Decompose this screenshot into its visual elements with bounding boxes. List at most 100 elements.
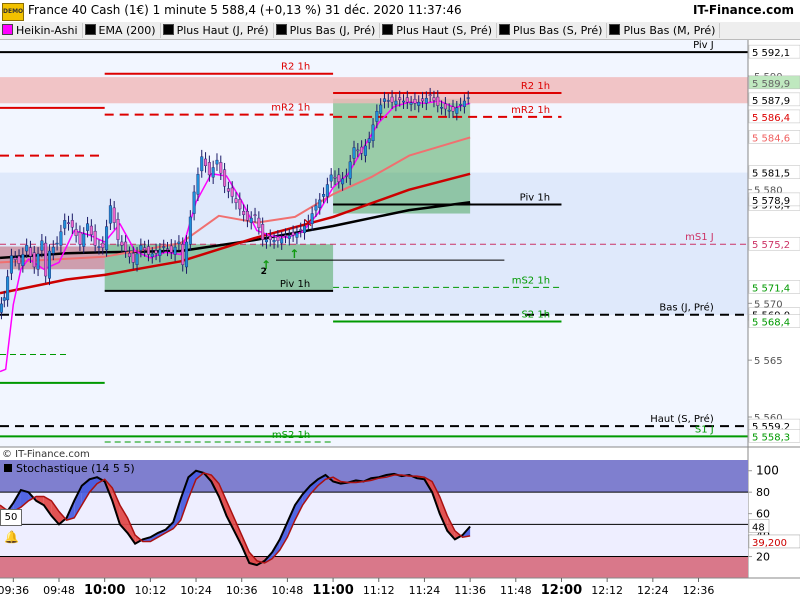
- legend-item[interactable]: Plus Bas (S, Pré): [497, 23, 608, 38]
- candle-body[interactable]: [131, 253, 135, 263]
- candle-body[interactable]: [352, 147, 356, 159]
- candle-body[interactable]: [74, 229, 78, 236]
- candle-body[interactable]: [40, 240, 44, 251]
- candle-body[interactable]: [299, 229, 303, 231]
- legend-item[interactable]: EMA (200): [83, 23, 161, 38]
- candle-body[interactable]: [47, 250, 51, 279]
- candle-body[interactable]: [394, 100, 398, 105]
- candle-body[interactable]: [32, 252, 36, 268]
- candle-body[interactable]: [204, 158, 208, 166]
- candle-body[interactable]: [13, 257, 17, 260]
- candle-body[interactable]: [264, 239, 268, 243]
- candle-body[interactable]: [436, 96, 440, 106]
- candle-body[interactable]: [253, 214, 257, 217]
- candle-body[interactable]: [25, 245, 29, 252]
- candle-body[interactable]: [17, 255, 21, 264]
- candle-body[interactable]: [211, 167, 215, 178]
- candle-body[interactable]: [173, 246, 177, 255]
- candle-body[interactable]: [200, 156, 204, 172]
- candle-body[interactable]: [127, 253, 131, 257]
- candle-body[interactable]: [344, 175, 348, 177]
- candle-body[interactable]: [424, 97, 428, 104]
- candle-body[interactable]: [55, 242, 59, 245]
- candle-body[interactable]: [379, 104, 383, 114]
- candle-body[interactable]: [386, 100, 390, 102]
- candle-body[interactable]: [219, 162, 223, 174]
- candle-body[interactable]: [177, 241, 181, 244]
- candle-body[interactable]: [59, 231, 63, 246]
- chart-area[interactable]: 5 5905 5805 5705 5655 560Piv J5 592,1R2 …: [0, 40, 800, 600]
- candle-body[interactable]: [242, 211, 246, 215]
- candle-body[interactable]: [462, 100, 466, 107]
- candle-body[interactable]: [417, 101, 421, 106]
- candle-body[interactable]: [443, 103, 447, 110]
- candle-body[interactable]: [101, 242, 105, 248]
- candle-body[interactable]: [28, 247, 32, 257]
- candle-body[interactable]: [295, 232, 299, 238]
- candle-body[interactable]: [421, 98, 425, 102]
- candle-body[interactable]: [272, 240, 276, 243]
- candle-body[interactable]: [223, 169, 227, 187]
- candle-body[interactable]: [162, 246, 166, 248]
- candle-body[interactable]: [86, 223, 90, 231]
- candle-body[interactable]: [283, 234, 287, 237]
- legend-item[interactable]: Plus Bas (J, Pré): [274, 23, 381, 38]
- candle-body[interactable]: [363, 145, 367, 156]
- candle-body[interactable]: [356, 149, 360, 152]
- candle-body[interactable]: [36, 253, 40, 270]
- candle-body[interactable]: [371, 124, 375, 141]
- candle-body[interactable]: [181, 244, 185, 265]
- candle-body[interactable]: [70, 220, 74, 228]
- candle-body[interactable]: [150, 253, 154, 257]
- candle-body[interactable]: [287, 235, 291, 239]
- candle-body[interactable]: [405, 97, 409, 103]
- candle-body[interactable]: [21, 254, 25, 267]
- candle-body[interactable]: [185, 241, 189, 268]
- candle-body[interactable]: [143, 247, 147, 251]
- candle-body[interactable]: [459, 104, 463, 106]
- candle-body[interactable]: [322, 194, 326, 197]
- candle-body[interactable]: [261, 224, 265, 240]
- stoch-level-badge[interactable]: 50: [0, 509, 22, 526]
- candle-body[interactable]: [291, 232, 295, 236]
- candle-body[interactable]: [89, 225, 93, 235]
- candle-body[interactable]: [78, 232, 82, 245]
- candle-body[interactable]: [93, 230, 97, 246]
- candle-body[interactable]: [413, 99, 417, 104]
- candle-body[interactable]: [154, 250, 158, 254]
- candle-body[interactable]: [360, 146, 364, 154]
- candle-body[interactable]: [230, 187, 234, 197]
- candle-body[interactable]: [215, 159, 219, 165]
- candle-body[interactable]: [409, 102, 413, 105]
- candle-body[interactable]: [432, 97, 436, 101]
- candle-body[interactable]: [337, 174, 341, 182]
- candle-body[interactable]: [382, 98, 386, 102]
- candle-body[interactable]: [97, 246, 101, 248]
- candle-body[interactable]: [249, 217, 253, 223]
- candle-body[interactable]: [51, 246, 55, 254]
- candle-body[interactable]: [318, 199, 322, 209]
- candle-body[interactable]: [0, 303, 3, 313]
- candle-body[interactable]: [146, 246, 150, 255]
- candle-body[interactable]: [367, 138, 371, 143]
- candle-body[interactable]: [139, 245, 143, 251]
- candle-body[interactable]: [105, 226, 109, 251]
- candle-body[interactable]: [207, 162, 211, 176]
- candle-body[interactable]: [238, 199, 242, 210]
- candle-body[interactable]: [245, 211, 249, 221]
- candle-body[interactable]: [280, 238, 284, 244]
- candle-body[interactable]: [124, 241, 128, 252]
- candle-body[interactable]: [9, 255, 13, 274]
- candle-body[interactable]: [135, 253, 139, 265]
- candle-body[interactable]: [169, 245, 173, 253]
- legend-item[interactable]: Heikin-Ashi: [0, 23, 83, 38]
- candle-body[interactable]: [82, 233, 86, 247]
- candle-body[interactable]: [116, 219, 120, 240]
- candle-body[interactable]: [63, 220, 67, 229]
- candle-body[interactable]: [390, 96, 394, 103]
- candle-body[interactable]: [2, 297, 6, 301]
- candle-body[interactable]: [192, 191, 196, 214]
- candle-body[interactable]: [268, 236, 272, 240]
- candle-body[interactable]: [6, 276, 10, 301]
- candle-body[interactable]: [276, 236, 280, 242]
